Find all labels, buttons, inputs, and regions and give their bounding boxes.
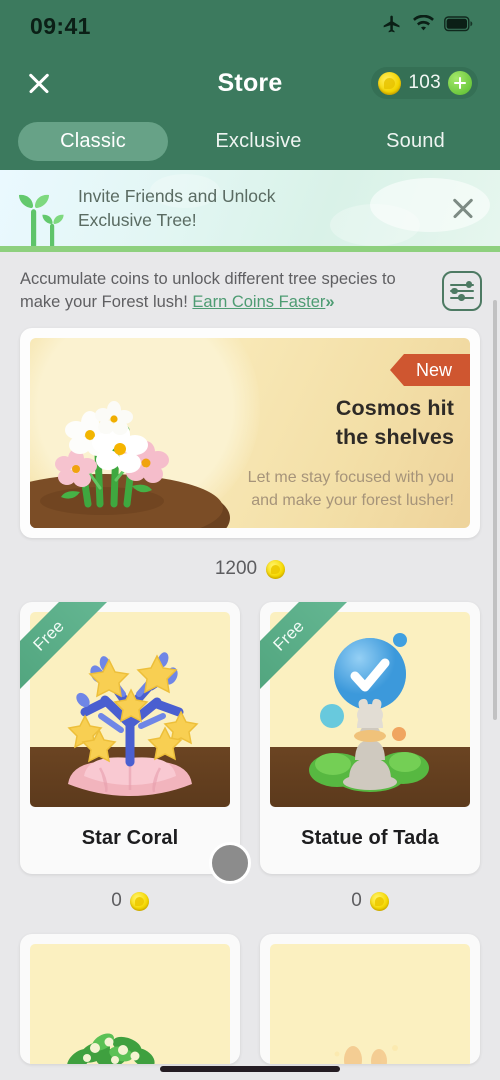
new-badge: New (389, 354, 470, 386)
featured-card-text: Cosmos hit the shelves Let me stay focus… (244, 394, 454, 512)
invite-banner-text: Invite Friends and Unlock Exclusive Tree… (78, 184, 285, 232)
store-items-grid-next-row (0, 934, 500, 1064)
app-header: 09:41 Store 103 Classic Exclusive Sound (0, 0, 500, 170)
cosmos-flowers-illustration (30, 368, 240, 528)
featured-card-inner: New Cosmos hit the shelves Let me stay f… (30, 338, 470, 528)
close-store-button[interactable] (24, 68, 54, 98)
invite-friends-banner[interactable]: Invite Friends and Unlock Exclusive Tree… (0, 170, 500, 252)
earn-coins-faster-link[interactable]: Earn Coins Faster (192, 293, 325, 311)
tab-sound[interactable]: Sound (337, 122, 494, 161)
item-name: Star Coral (81, 827, 179, 849)
featured-title-line2: the shelves (335, 425, 454, 449)
item-card[interactable] (260, 934, 480, 1064)
filter-line-2 (450, 287, 474, 295)
store-item-partial-right (260, 934, 480, 1064)
airplane-mode-icon (381, 14, 403, 39)
item-thumbnail (270, 944, 470, 1064)
item-price-row: 0 (20, 890, 240, 912)
featured-subtitle: Let me stay focused with you and make yo… (247, 469, 454, 509)
battery-icon (444, 15, 474, 37)
store-item-partial-left (20, 934, 240, 1064)
coin-balance-badge[interactable]: 103 (371, 67, 478, 99)
sprout-icon (0, 170, 78, 246)
navigation-bar: Store 103 (0, 52, 500, 114)
item-price-row: 0 (260, 890, 480, 912)
coin-balance-value: 103 (408, 72, 441, 93)
status-bar-time: 09:41 (30, 12, 91, 39)
golden-tree-illustration (334, 1045, 398, 1064)
home-indicator (160, 1066, 340, 1072)
status-bar: 09:41 (0, 0, 500, 52)
coin-icon (266, 559, 286, 579)
featured-title-line1: Cosmos hit (335, 396, 454, 420)
filter-line-1 (450, 281, 474, 288)
white-flowering-shrub-illustration (67, 1033, 155, 1064)
filter-line-3 (450, 294, 474, 301)
cursor-pointer (209, 842, 251, 884)
item-price-value: 0 (351, 890, 362, 911)
dismiss-invite-banner-button[interactable] (448, 193, 478, 223)
item-thumbnail (30, 944, 230, 1064)
store-item-star-coral: Free Star Coral 0 (20, 602, 240, 912)
store-tabs: Classic Exclusive Sound (0, 114, 500, 168)
featured-section: New Cosmos hit the shelves Let me stay f… (0, 328, 500, 580)
featured-title: Cosmos hit the shelves (244, 394, 454, 452)
tab-exclusive[interactable]: Exclusive (180, 122, 337, 161)
tab-classic[interactable]: Classic (18, 121, 168, 161)
store-description-text: Accumulate coins to unlock different tre… (20, 268, 430, 314)
app-screen: 09:41 Store 103 Classic Exclusive Sound … (0, 0, 500, 1080)
chevron-double-right-icon[interactable]: » (325, 293, 334, 311)
store-item-statue-of-tada: Free Statue of Tada 0 (260, 602, 480, 912)
item-price-value: 0 (111, 890, 122, 911)
item-name: Statue of Tada (301, 827, 439, 849)
item-card[interactable] (20, 934, 240, 1064)
invite-banner-line2: Exclusive Tree! (78, 210, 197, 230)
vertical-scrollbar[interactable] (493, 300, 497, 720)
coin-icon (378, 71, 402, 95)
wifi-icon (412, 14, 435, 38)
status-bar-icons (381, 14, 474, 39)
coin-icon (369, 891, 389, 911)
add-coins-button[interactable] (448, 71, 472, 95)
item-card[interactable]: Free (260, 602, 480, 874)
invite-banner-line1: Invite Friends and Unlock (78, 186, 276, 206)
sliders-filter-icon[interactable] (442, 271, 482, 311)
store-description-row: Accumulate coins to unlock different tre… (0, 252, 500, 328)
featured-price-value: 1200 (214, 558, 258, 579)
featured-card[interactable]: New Cosmos hit the shelves Let me stay f… (20, 328, 480, 538)
coin-icon (129, 891, 149, 911)
item-card[interactable]: Free (20, 602, 240, 874)
featured-price-row: 1200 (20, 558, 480, 580)
